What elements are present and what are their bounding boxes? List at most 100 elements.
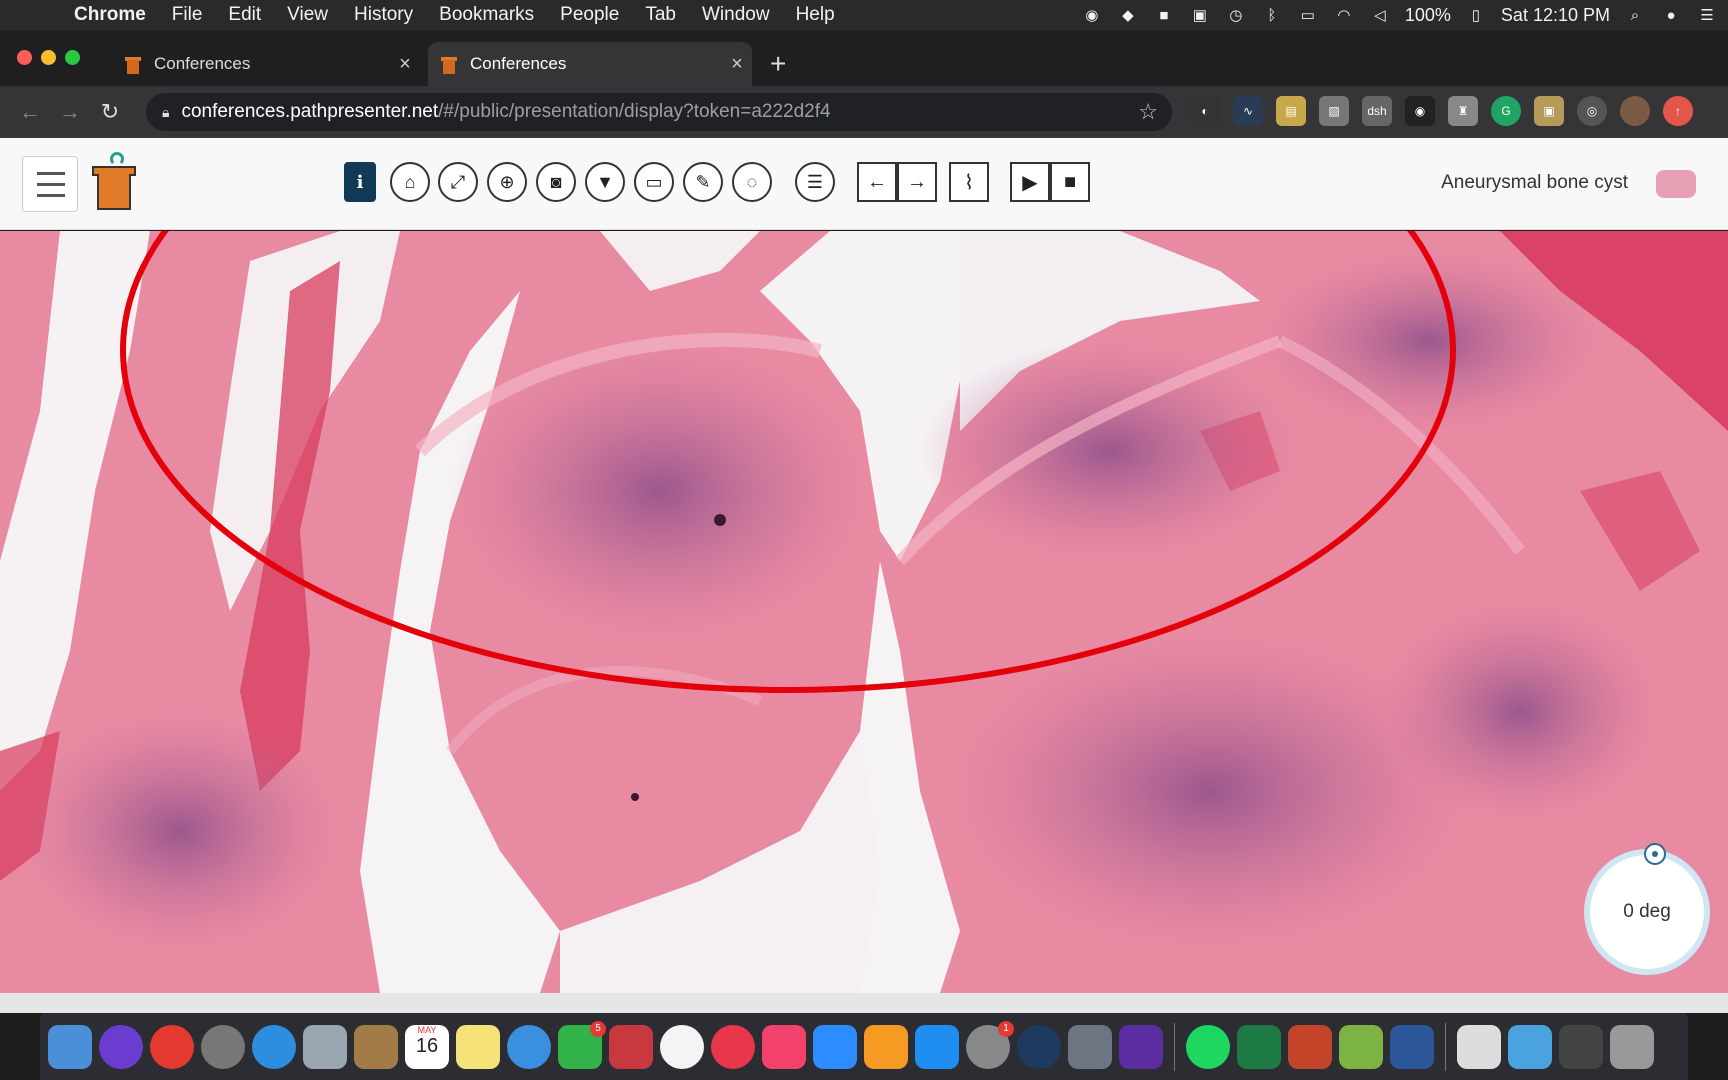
bluetooth-icon[interactable]: ᛒ: [1261, 6, 1283, 24]
books-icon[interactable]: [864, 1024, 908, 1069]
menu-help[interactable]: Help: [783, 4, 848, 26]
bookmark-star-icon[interactable]: ☆: [1138, 99, 1158, 125]
powerpoint-icon[interactable]: [1288, 1024, 1332, 1069]
window-close-button[interactable]: [17, 50, 32, 65]
battery-percentage[interactable]: 100%: [1405, 5, 1451, 26]
app-store-icon[interactable]: [915, 1024, 959, 1069]
window-minimize-button[interactable]: [41, 50, 56, 65]
pencil-icon[interactable]: ✎: [683, 162, 723, 202]
box-extension-icon[interactable]: ▣: [1534, 96, 1564, 126]
slide-viewer-canvas[interactable]: 0 deg: [0, 231, 1728, 993]
keyboard-icon[interactable]: ▭: [1297, 6, 1319, 24]
installer-icon[interactable]: [1339, 1024, 1383, 1069]
photos-icon[interactable]: [660, 1024, 704, 1069]
spotify-icon[interactable]: [1186, 1024, 1230, 1069]
tab-close-icon[interactable]: ×: [722, 53, 752, 76]
screen-record-icon[interactable]: ◉: [1081, 6, 1103, 24]
new-tab-icon[interactable]: +: [770, 48, 786, 80]
arrow-right-icon[interactable]: →: [897, 162, 937, 202]
monitor-icon[interactable]: ▭: [634, 162, 674, 202]
paperclip-icon[interactable]: ⌇: [949, 162, 989, 202]
viewer-scrollbar[interactable]: [0, 993, 1728, 1013]
spotlight-search-icon[interactable]: ⌕: [1624, 6, 1646, 24]
menu-history[interactable]: History: [341, 4, 426, 26]
siri-icon[interactable]: ●: [1660, 6, 1682, 24]
menu-people[interactable]: People: [547, 4, 632, 26]
imovie-star-icon[interactable]: [1119, 1024, 1163, 1069]
time-machine-icon[interactable]: ◷: [1225, 6, 1247, 24]
camera-icon[interactable]: ◙: [536, 162, 576, 202]
url-host[interactable]: conferences.pathpresenter.net: [181, 101, 438, 123]
document-stack-icon[interactable]: [1457, 1024, 1501, 1069]
gray-extension-icon[interactable]: ▧: [1319, 96, 1349, 126]
audio-hijack-icon[interactable]: ▣: [1189, 6, 1211, 24]
address-bar[interactable]: 🔒︎ conferences.pathpresenter.net/#/publi…: [146, 93, 1172, 131]
screenshot-stack-icon[interactable]: [1559, 1024, 1603, 1069]
home-icon[interactable]: ⌂: [390, 162, 430, 202]
notification-center-icon[interactable]: ☰: [1696, 6, 1718, 24]
browser-tab-inactive[interactable]: Conferences ×: [112, 42, 420, 86]
update-chrome-icon[interactable]: ↑: [1663, 96, 1693, 126]
back-arrow-icon[interactable]: ←: [10, 99, 50, 125]
trash-icon[interactable]: [1610, 1024, 1654, 1069]
zoom-icon[interactable]: [813, 1024, 857, 1069]
safari-icon[interactable]: [252, 1024, 296, 1069]
finder-icon[interactable]: [48, 1024, 92, 1069]
system-preferences-icon[interactable]: 1: [966, 1020, 1014, 1069]
notes-extension-icon[interactable]: ▤: [1276, 96, 1306, 126]
downloads-folder-icon[interactable]: [1508, 1024, 1552, 1069]
dsh-extension-icon[interactable]: dsh: [1362, 96, 1392, 126]
rotation-dial[interactable]: 0 deg: [1584, 843, 1710, 975]
reload-icon[interactable]: ↻: [90, 99, 130, 125]
menu-app-name[interactable]: Chrome: [74, 4, 159, 26]
video-camera-icon[interactable]: ▶: [1010, 162, 1050, 202]
menu-bookmarks[interactable]: Bookmarks: [426, 4, 547, 26]
info-icon[interactable]: i: [344, 162, 376, 202]
wifi-icon[interactable]: ◠: [1333, 6, 1355, 24]
forward-arrow-icon[interactable]: →: [50, 99, 90, 125]
lasso-icon[interactable]: ◌: [732, 162, 772, 202]
menu-view[interactable]: View: [274, 4, 341, 26]
excel-icon[interactable]: [1237, 1024, 1281, 1069]
stop-icon[interactable]: ■: [1050, 162, 1090, 202]
hamburger-menu-button[interactable]: [22, 156, 78, 212]
mail-bird-icon[interactable]: [303, 1024, 347, 1069]
zoom-icon[interactable]: ⊕: [487, 162, 527, 202]
menu-tab[interactable]: Tab: [632, 4, 689, 26]
rotation-knob[interactable]: [1644, 843, 1666, 865]
slide-thumbnail[interactable]: [1656, 170, 1696, 198]
calendar-icon[interactable]: MAY 16: [405, 1024, 449, 1069]
leaf-extension-icon[interactable]: ♜: [1448, 96, 1478, 126]
contacts-icon[interactable]: [354, 1024, 398, 1069]
pathpresenter-logo[interactable]: [92, 152, 136, 212]
grammarly-extension-icon[interactable]: G: [1491, 96, 1521, 126]
launchpad-icon[interactable]: [201, 1024, 245, 1069]
menubar-clock[interactable]: Sat 12:10 PM: [1501, 5, 1610, 26]
photo-booth-icon[interactable]: [609, 1024, 653, 1069]
menu-file[interactable]: File: [159, 4, 216, 26]
list-icon[interactable]: ☰: [795, 162, 835, 202]
music-icon[interactable]: [762, 1024, 806, 1069]
dropbox-icon[interactable]: ◆: [1117, 6, 1139, 24]
graph-extension-icon[interactable]: ∿: [1233, 96, 1263, 126]
news-icon[interactable]: [711, 1024, 755, 1069]
utilities-icon[interactable]: [1068, 1024, 1112, 1069]
chrome-icon[interactable]: [150, 1024, 194, 1069]
messages-icon[interactable]: [507, 1024, 551, 1069]
incognito-extension-icon[interactable]: ◎: [1577, 96, 1607, 126]
eye-extension-icon[interactable]: ◉: [1405, 96, 1435, 126]
menu-window[interactable]: Window: [689, 4, 783, 26]
facetime-icon[interactable]: 5: [558, 1020, 606, 1069]
notes-icon[interactable]: [456, 1024, 500, 1069]
siri-dock-icon[interactable]: [99, 1024, 143, 1069]
window-zoom-button[interactable]: [65, 50, 80, 65]
volume-icon[interactable]: ◁: [1369, 6, 1391, 24]
quicktime-icon[interactable]: [1017, 1024, 1061, 1069]
tab-close-icon[interactable]: ×: [390, 53, 420, 76]
color-picker-extension-icon[interactable]: ◐: [1190, 96, 1220, 126]
url-path[interactable]: /#/public/presentation/display?token=a22…: [438, 101, 830, 123]
fullscreen-icon[interactable]: ⤢: [438, 162, 478, 202]
menu-edit[interactable]: Edit: [215, 4, 274, 26]
arrow-left-icon[interactable]: ←: [857, 162, 897, 202]
filter-icon[interactable]: ▼: [585, 162, 625, 202]
